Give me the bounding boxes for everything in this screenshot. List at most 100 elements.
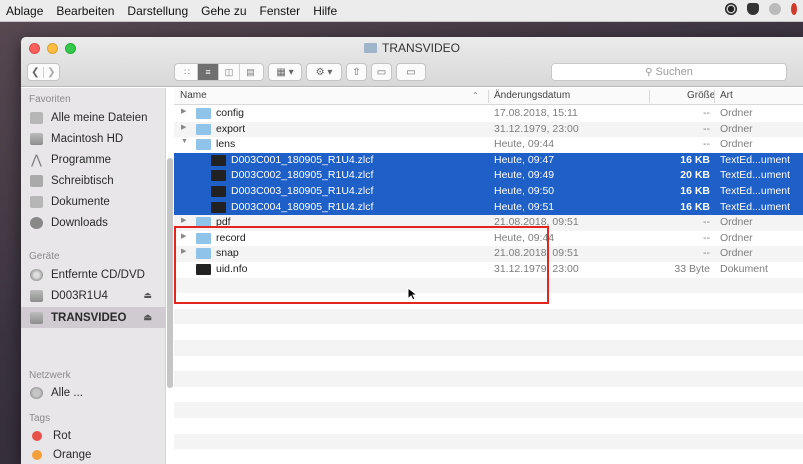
sidebar-item-schreibtisch[interactable]: Schreibtisch [21,170,166,191]
gallery-view-button[interactable]: ▤ [240,64,261,80]
file-size: 16 KB [680,200,710,213]
table-row[interactable]: ▶ pdf 21.08.2018, 09:51 -- Ordner [174,215,803,231]
sidebar-header-tags: Tags [29,413,51,424]
file-kind: Dokument [720,263,768,275]
table-row[interactable]: ▶ record Heute, 09:44 -- Ordner [174,231,803,247]
share-icon: ⇧ [352,66,361,78]
file-date: 31.12.1979, 23:00 [494,263,579,275]
file-date: Heute, 09:51 [494,200,555,213]
cd-icon [30,268,43,281]
list-view-button[interactable]: ≡ [198,64,219,80]
empty-row [174,324,803,340]
sidebar-item-label: Downloads [51,216,108,229]
disclosure-closed-icon[interactable]: ▶ [181,216,186,224]
trash-icon: ▭ [376,66,387,78]
menu-bar: Ablage Bearbeiten Darstellung Gehe zu Fe… [0,0,803,22]
file-kind: Ordner [720,122,753,135]
applications-icon: ⋀ [31,151,42,167]
sidebar-item-network-all[interactable]: Alle ... [21,382,166,403]
empty-row [174,387,803,403]
file-size: 16 KB [680,153,710,166]
eject-icon[interactable]: ⏏ [143,312,152,323]
menu-darstellung[interactable]: Darstellung [127,4,188,18]
table-row[interactable]: ▶ export 31.12.1979, 23:00 -- Ordner [174,121,803,138]
table-row[interactable]: ▶ snap 21.08.2018, 09:51 -- Ordner [174,246,803,262]
search-placeholder: Suchen [655,66,693,78]
disclosure-closed-icon[interactable]: ▶ [181,247,186,255]
disclosure-closed-icon[interactable]: ▶ [181,107,186,115]
empty-row [174,371,803,387]
column-header-date[interactable]: Änderungsdatum [494,90,570,101]
file-size: -- [703,216,710,229]
menu-gehe-zu[interactable]: Gehe zu [201,4,246,18]
sidebar-item-dokumente[interactable]: Dokumente [21,191,166,212]
sidebar-item-tag-orange[interactable]: Orange [21,444,166,464]
empty-row [174,340,803,356]
action-button[interactable]: ⚙ ▾ [306,63,342,81]
menu-hilfe[interactable]: Hilfe [313,4,337,18]
app-status-icon[interactable] [791,3,797,15]
finder-window: TRANSVIDEO ❮ ❯ ∷ ≡ ◫ ▤ ▦ ▾ ⚙ ▾ ⇧ ▭ ▭ ⚲ S… [21,37,803,464]
folder-icon [196,248,211,260]
column-view-button[interactable]: ◫ [219,64,240,80]
icon-view-button[interactable]: ∷ [177,64,198,80]
shield-icon[interactable] [747,3,759,15]
table-row[interactable]: D003C002_180905_R1U4.zlcf Heute, 09:49 20 … [174,168,803,184]
empty-row [174,402,803,418]
forward-button[interactable]: ❯ [44,67,59,78]
menu-ablage[interactable]: Ablage [6,4,43,18]
sidebar-item-label: TRANSVIDEO [51,311,127,324]
drive-icon [30,289,43,302]
sidebar-item-all-files[interactable]: Alle meine Dateien [21,107,166,128]
file-date: 21.08.2018, 09:51 [494,216,579,229]
table-row[interactable]: D003C001_180905_R1U4.zlcf Heute, 09:47 16 … [174,152,803,169]
disclosure-closed-icon[interactable]: ▶ [181,232,186,240]
file-kind: TextEd...ument [720,185,791,197]
table-row[interactable]: ▼ lens Heute, 09:44 -- Ordner [174,137,803,153]
share-button[interactable]: ⇧ [346,63,367,81]
table-row[interactable]: uid.nfo 31.12.1979, 23:00 33 Byte Dokument [174,262,803,278]
table-row[interactable]: D003C004_180905_R1U4.zlcf Heute, 09:51 16 … [174,199,803,216]
sidebar-item-d003r1u4[interactable]: D003R1U4 ⏏ [21,285,166,306]
sidebar-item-downloads[interactable]: Downloads [21,212,166,233]
column-header-kind[interactable]: Art [720,90,733,101]
folder-icon [363,43,377,53]
tags-button[interactable]: ▭ [396,63,426,81]
sidebar-item-label: Alle ... [51,386,83,399]
column-header-size[interactable]: Größe [687,90,715,101]
file-name: uid.nfo [216,263,248,275]
file-kind: Ordner [720,247,753,260]
menu-fenster[interactable]: Fenster [260,4,301,18]
table-row[interactable]: ▶ config 17.08.2018, 15:11 -- Ordner [174,106,803,122]
group-button[interactable]: ▦ ▾ [268,63,302,81]
sidebar-scrollbar[interactable] [167,158,173,388]
sidebar: Favoriten Alle meine Dateien Macintosh H… [21,88,166,464]
sidebar-item-remote-cd[interactable]: Entfernte CD/DVD [21,264,166,285]
empty-row [174,277,803,294]
network-icon [30,386,43,399]
record-status-icon[interactable] [725,3,737,15]
table-row[interactable]: D003C003_180905_R1U4.zlcf Heute, 09:50 16 … [174,184,803,200]
file-icon [211,170,226,182]
file-icon [211,201,226,213]
file-name: snap [216,247,239,260]
cloud-sync-icon[interactable] [769,3,781,15]
file-name: record [216,231,246,244]
gear-icon: ⚙ ▾ [315,66,333,78]
sidebar-item-transvideo[interactable]: TRANSVIDEO ⏏ [21,307,166,328]
file-size: -- [703,122,710,135]
file-date: Heute, 09:44 [494,138,555,151]
search-field[interactable]: ⚲ Suchen [551,63,787,81]
file-name: D003C003_180905_R1U4.zlcf [231,185,374,197]
sidebar-item-macintosh-hd[interactable]: Macintosh HD [21,128,166,149]
sidebar-item-programme[interactable]: ⋀ Programme [21,149,166,170]
trash-button[interactable]: ▭ [371,63,392,81]
sidebar-item-tag-rot[interactable]: Rot [21,425,166,446]
disclosure-closed-icon[interactable]: ▶ [181,123,186,131]
column-header-name[interactable]: Name [180,90,207,101]
menu-bearbeiten[interactable]: Bearbeiten [56,4,114,18]
disclosure-open-icon[interactable]: ▼ [181,138,188,145]
tag-icon: ▭ [406,66,416,78]
eject-icon[interactable]: ⏏ [143,290,152,301]
back-button[interactable]: ❮ [28,66,44,78]
